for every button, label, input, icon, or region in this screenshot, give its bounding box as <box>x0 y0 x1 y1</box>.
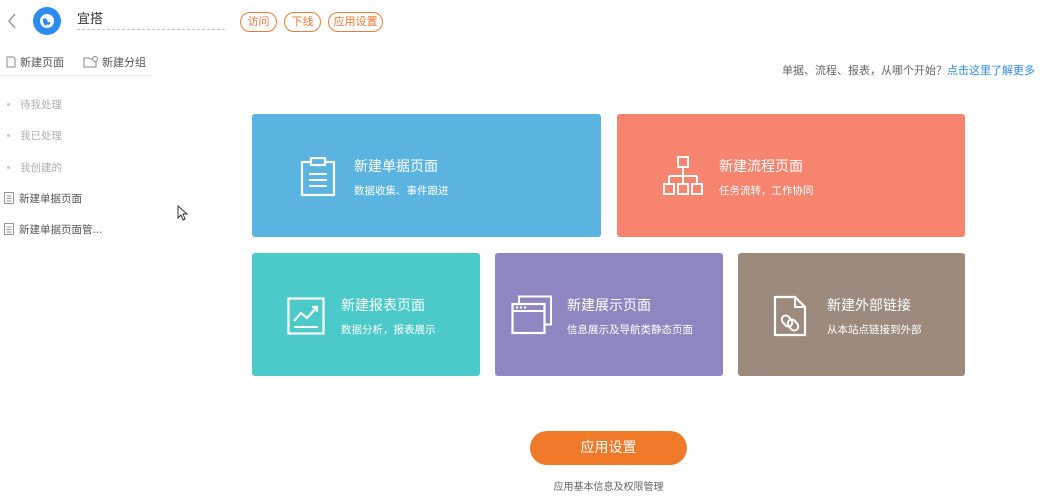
mouse-cursor-icon <box>177 205 188 221</box>
card-title: 新建报表页面 <box>341 298 425 314</box>
globe-icon <box>40 14 54 28</box>
card-subtitle: 数据收集、事件跟进 <box>354 185 449 197</box>
browser-window-icon <box>511 295 552 335</box>
document-icon <box>4 192 14 204</box>
help-hint: 单据、流程、报表，从哪个开始？点击这里了解更多 <box>782 62 1035 78</box>
new-page-button[interactable]: 新建页面 <box>6 54 64 70</box>
sidebar-item-label: 新建单据页面管... <box>19 223 103 236</box>
new-group-icon <box>83 56 98 68</box>
card-title: 新建流程页面 <box>719 159 803 175</box>
back-arrow-icon[interactable] <box>6 12 18 30</box>
card-subtitle: 信息展示及导航类静态页面 <box>567 324 693 336</box>
learn-more-link[interactable]: 点击这里了解更多 <box>947 64 1035 77</box>
new-page-icon <box>6 56 16 68</box>
sidebar-item-todo[interactable]: 待我处理 <box>0 94 152 114</box>
new-group-button[interactable]: 新建分组 <box>83 54 146 70</box>
card-subtitle: 数据分析，报表展示 <box>341 324 436 336</box>
sidebar-item-created[interactable]: 我创建的 <box>0 157 152 177</box>
new-display-page-card[interactable]: 新建展示页面 信息展示及导航类静态页面 <box>495 253 723 376</box>
sidebar-item-label: 新建单据页面 <box>19 192 82 205</box>
sidebar-item-label: 我创建的 <box>20 161 62 174</box>
chart-report-icon <box>287 297 325 335</box>
sidebar-item-form-page[interactable]: 新建单据页面 <box>0 188 152 208</box>
card-subtitle: 从本站点链接到外部 <box>827 324 922 336</box>
card-title: 新建外部链接 <box>827 298 911 314</box>
new-page-label: 新建页面 <box>20 56 64 69</box>
sidebar-item-label: 我已处理 <box>20 129 62 142</box>
new-form-page-card[interactable]: 新建单据页面 数据收集、事件跟进 <box>252 114 601 237</box>
sidebar-toolbar: 新建页面 新建分组 <box>0 50 152 76</box>
flowchart-icon <box>663 156 703 195</box>
new-report-page-card[interactable]: 新建报表页面 数据分析，报表展示 <box>252 253 480 376</box>
new-external-link-card[interactable]: 新建外部链接 从本站点链接到外部 <box>738 253 965 376</box>
card-title: 新建展示页面 <box>567 298 651 314</box>
new-group-label: 新建分组 <box>102 56 146 69</box>
app-name[interactable]: 宜搭 <box>77 12 225 30</box>
document-icon <box>4 223 14 235</box>
link-document-icon <box>773 295 807 337</box>
card-subtitle: 任务流转，工作协同 <box>719 185 814 197</box>
sidebar-item-done[interactable]: 我已处理 <box>0 125 152 145</box>
sidebar-item-label: 待我处理 <box>20 98 62 111</box>
bullet-dot <box>7 102 10 106</box>
card-title: 新建单据页面 <box>354 159 438 175</box>
hint-text: 单据、流程、报表，从哪个开始？ <box>782 64 947 77</box>
sidebar-item-form-page-manage[interactable]: 新建单据页面管... <box>0 219 152 239</box>
clipboard-icon <box>300 157 336 197</box>
visit-button[interactable]: 访问 <box>240 12 277 32</box>
bullet-dot <box>7 133 10 137</box>
app-settings-pill-button[interactable]: 应用设置 <box>328 12 383 32</box>
app-settings-caption: 应用基本信息及权限管理 <box>553 482 664 493</box>
bullet-dot <box>7 165 10 169</box>
new-process-page-card[interactable]: 新建流程页面 任务流转，工作协同 <box>617 114 965 237</box>
app-logo <box>33 7 61 35</box>
offline-button[interactable]: 下线 <box>284 12 321 32</box>
app-settings-button[interactable]: 应用设置 <box>530 431 687 465</box>
